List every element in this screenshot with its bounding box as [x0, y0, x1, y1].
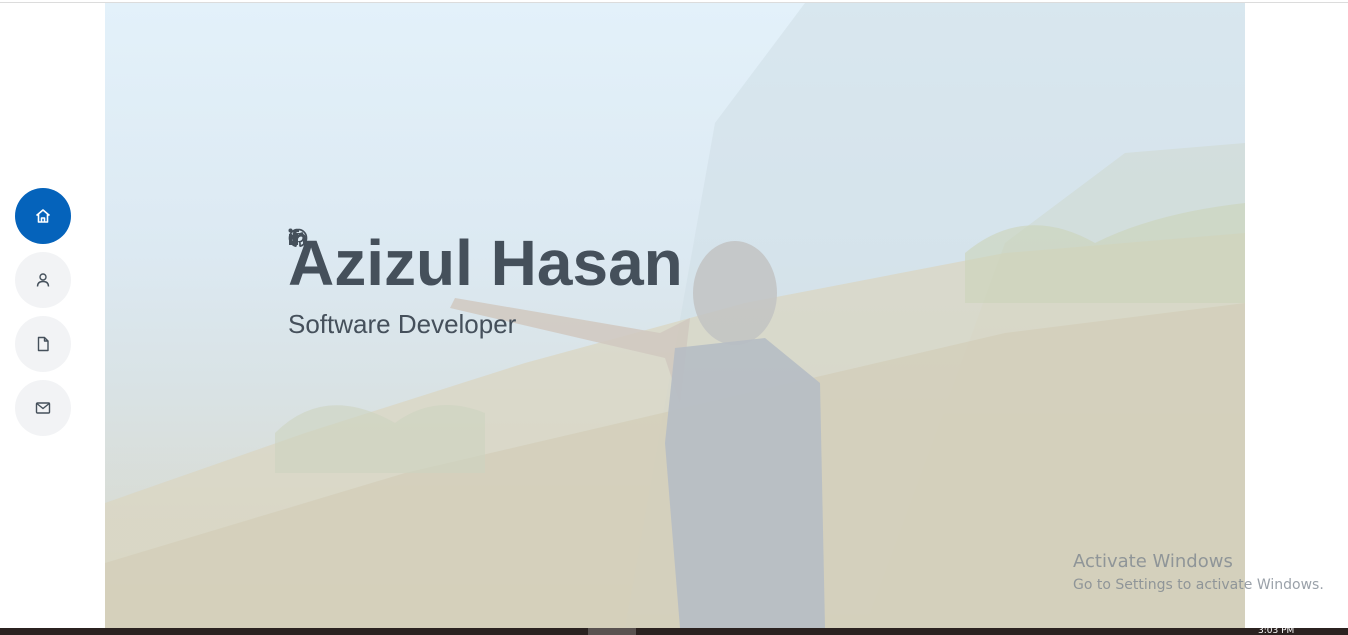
page: Azizul Hasan Software Developer Activate…: [0, 0, 1348, 635]
social-links: [288, 228, 683, 396]
home-icon: [35, 209, 51, 223]
facebook-icon[interactable]: [291, 229, 448, 396]
taskbar: 3:03 PM: [0, 626, 1348, 635]
file-icon: [37, 336, 49, 352]
hero-content: Azizul Hasan Software Developer: [288, 228, 683, 396]
activate-windows-watermark: Activate Windows Go to Settings to activ…: [1073, 551, 1324, 595]
hero-name: Azizul Hasan: [288, 227, 683, 299]
person-icon: [36, 273, 50, 287]
linkedin-icon[interactable]: [288, 228, 360, 396]
facebook-icon[interactable]: [288, 229, 316, 396]
envelope-icon: [35, 402, 51, 414]
watermark-subtitle: Go to Settings to activate Windows.: [1073, 577, 1324, 593]
hero-section: Azizul Hasan Software Developer: [105, 3, 1245, 628]
taskbar-active-app[interactable]: [588, 628, 636, 635]
side-nav: [15, 188, 71, 436]
hero-subtitle: Software Developer: [288, 309, 517, 339]
github-icon[interactable]: [288, 228, 404, 396]
nav-about[interactable]: [15, 252, 71, 308]
nav-contact[interactable]: [15, 380, 71, 436]
taskbar-clock: 3:03 PM: [1258, 626, 1295, 635]
nav-resume[interactable]: [15, 316, 71, 372]
watermark-title: Activate Windows: [1073, 551, 1233, 572]
nav-home[interactable]: [15, 188, 71, 244]
